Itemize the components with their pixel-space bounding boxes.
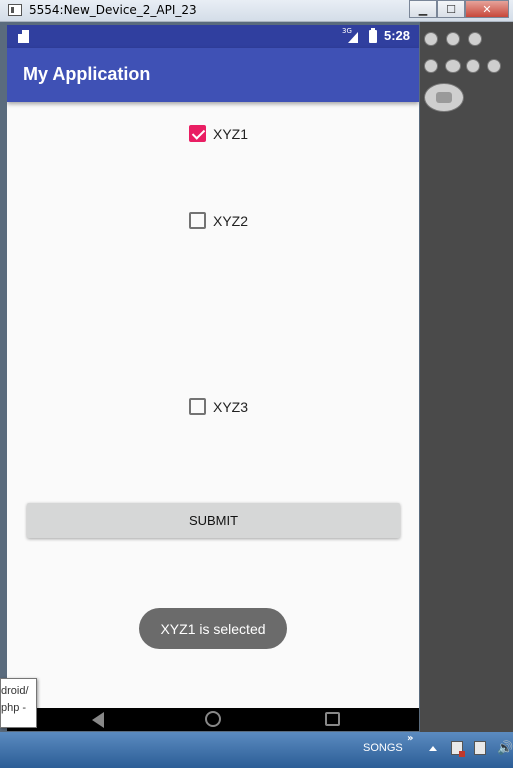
toast-message: XYZ1 is selected bbox=[139, 608, 287, 649]
device-tray-icon[interactable] bbox=[474, 741, 486, 755]
maximize-button[interactable]: ☐ bbox=[437, 0, 465, 18]
emulator-control-panel bbox=[420, 22, 513, 732]
checkbox-unchecked-icon[interactable] bbox=[189, 398, 206, 415]
minimize-button[interactable]: ▁ bbox=[409, 0, 437, 18]
back-icon[interactable] bbox=[92, 712, 104, 728]
checkbox-label: XYZ2 bbox=[213, 212, 249, 229]
window-buttons: ▁ ☐ ✕ bbox=[409, 0, 509, 18]
signal-icon bbox=[348, 32, 358, 43]
checkbox-label: XYZ3 bbox=[213, 398, 249, 415]
back-key-icon[interactable] bbox=[466, 59, 480, 73]
home-key-icon[interactable] bbox=[424, 59, 438, 73]
checkbox-unchecked-icon[interactable] bbox=[189, 212, 206, 229]
search-key-icon[interactable] bbox=[487, 59, 501, 73]
sd-card-icon bbox=[18, 30, 29, 43]
window-titlebar: 5554:New_Device_2_API_23 ▁ ☐ ✕ bbox=[0, 0, 513, 22]
app-title: My Application bbox=[23, 64, 151, 84]
tooltip: droid/ php - bbox=[0, 678, 37, 728]
checkbox-checked-icon[interactable] bbox=[189, 125, 206, 142]
tooltip-line: droid/ bbox=[1, 685, 29, 697]
volume-down-icon[interactable] bbox=[424, 32, 438, 46]
recents-icon[interactable] bbox=[325, 712, 340, 726]
status-time: 5:28 bbox=[384, 28, 411, 43]
submit-button[interactable]: SUBMIT bbox=[27, 503, 400, 538]
dpad-control[interactable] bbox=[424, 83, 464, 112]
navigation-bar bbox=[7, 708, 419, 731]
app-bar: My Application bbox=[7, 48, 419, 102]
menu-key-icon[interactable] bbox=[445, 59, 461, 73]
home-icon[interactable] bbox=[205, 711, 221, 727]
tray-expand-icon[interactable] bbox=[429, 746, 437, 751]
checkbox-xyz1[interactable]: XYZ1 bbox=[189, 125, 248, 142]
emulator-frame: 3G 5:28 My Application XYZ1 XYZ2 XYZ3 SU… bbox=[0, 22, 513, 732]
network-tray-icon[interactable] bbox=[451, 741, 465, 757]
checkbox-xyz2[interactable]: XYZ2 bbox=[189, 212, 248, 229]
status-bar: 3G 5:28 bbox=[7, 25, 419, 48]
volume-up-icon[interactable] bbox=[446, 32, 460, 46]
window-title: 5554:New_Device_2_API_23 bbox=[29, 3, 197, 17]
app-icon bbox=[8, 4, 22, 16]
device-screen: 3G 5:28 My Application XYZ1 XYZ2 XYZ3 SU… bbox=[7, 25, 419, 731]
battery-icon bbox=[369, 28, 377, 43]
toolbar-chevron[interactable]: » bbox=[407, 733, 413, 744]
checkbox-label: XYZ1 bbox=[213, 125, 249, 142]
power-icon[interactable] bbox=[468, 32, 482, 46]
volume-icon[interactable]: 🔊 bbox=[497, 741, 513, 756]
checkbox-xyz3[interactable]: XYZ3 bbox=[189, 398, 248, 415]
taskbar: SONGS » 🔊 bbox=[0, 732, 513, 768]
close-button[interactable]: ✕ bbox=[465, 0, 509, 18]
taskbar-toolbar-label[interactable]: SONGS bbox=[363, 742, 403, 754]
tooltip-line: php - bbox=[1, 702, 27, 714]
